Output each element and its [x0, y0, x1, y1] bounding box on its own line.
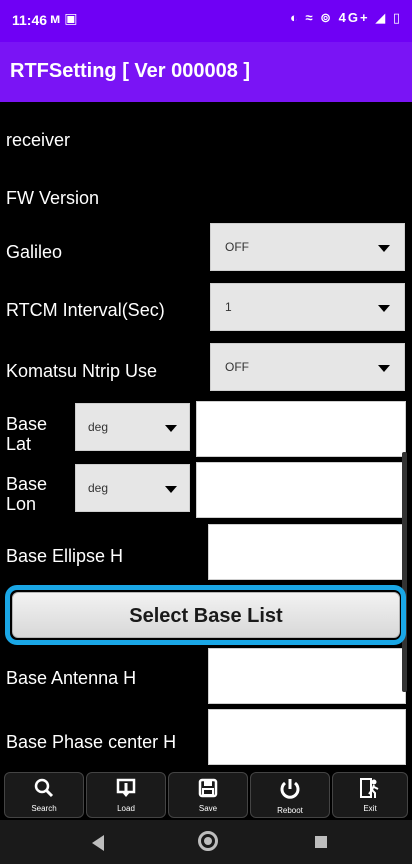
chevron-down-icon	[378, 245, 390, 252]
status-bar: 11:46 ᴍ ▣ ◐ ≈ ⊚ 4G+ ◢ ▯	[0, 0, 412, 42]
base-lon-label: Base Lon	[6, 474, 47, 514]
base-lon-label-line1: Base	[6, 474, 48, 494]
bottom-toolbar: Search Load Save Reboot Exit	[0, 770, 412, 820]
base-lat-input[interactable]	[196, 401, 406, 457]
base-antenna-input[interactable]	[208, 648, 406, 704]
base-lat-label: Base Lat	[6, 414, 47, 454]
chevron-down-icon	[378, 365, 390, 372]
galileo-dropdown[interactable]: OFF	[210, 223, 405, 271]
rtcm-interval-label: RTCM Interval(Sec)	[6, 300, 165, 320]
home-icon[interactable]	[198, 831, 218, 851]
save-button[interactable]: Save	[168, 772, 248, 818]
exit-button[interactable]: Exit	[332, 772, 408, 818]
recent-apps-icon[interactable]	[315, 836, 327, 848]
exit-label: Exit	[363, 804, 377, 813]
galileo-value: OFF	[225, 240, 249, 254]
load-button[interactable]: Load	[86, 772, 166, 818]
komatsu-ntrip-dropdown[interactable]: OFF	[210, 343, 405, 391]
load-label: Load	[117, 804, 135, 813]
base-lat-unit-dropdown[interactable]: deg	[75, 403, 190, 451]
select-base-list-label: Select Base List	[129, 605, 283, 627]
status-time: 11:46	[12, 12, 48, 28]
base-lon-input[interactable]	[196, 462, 406, 518]
komatsu-ntrip-label: Komatsu Ntrip Use	[6, 361, 158, 381]
base-ellipse-label: Base Ellipse H	[6, 546, 124, 566]
search-icon	[5, 777, 83, 804]
settings-form: receiver FW Version Galileo OFF RTCM Int…	[0, 102, 412, 770]
save-label: Save	[198, 804, 218, 813]
scrollbar[interactable]	[402, 452, 407, 692]
notification-icons: ᴍ ▣	[50, 10, 78, 26]
app-title: RTFSetting [ Ver 000008 ]	[10, 60, 251, 82]
base-lon-unit-dropdown[interactable]: deg	[75, 464, 190, 512]
system-nav-bar	[0, 820, 412, 864]
app-title-bar: RTFSetting [ Ver 000008 ]	[0, 42, 412, 102]
chevron-down-icon	[378, 305, 390, 312]
back-icon[interactable]	[92, 835, 104, 851]
galileo-label: Galileo	[6, 242, 63, 262]
fw-version-label: FW Version	[6, 188, 100, 208]
system-status-icons: ◐ ≈ ⊚ 4G+ ◢ ▯	[289, 10, 402, 25]
base-lat-label-line1: Base	[6, 414, 48, 434]
rtcm-interval-value: 1	[225, 300, 232, 314]
exit-icon	[333, 777, 407, 804]
receiver-label: receiver	[6, 130, 71, 150]
base-ellipse-input[interactable]	[208, 524, 406, 580]
save-icon	[169, 777, 247, 804]
load-icon	[87, 777, 165, 804]
chevron-down-icon	[165, 425, 177, 432]
reboot-button[interactable]: Reboot	[250, 772, 330, 818]
search-label: Search	[31, 804, 57, 813]
select-base-list-button[interactable]: Select Base List	[12, 592, 400, 638]
power-icon	[251, 777, 329, 806]
base-lon-unit: deg	[88, 481, 109, 495]
chevron-down-icon	[165, 486, 177, 493]
komatsu-ntrip-value: OFF	[225, 360, 249, 374]
base-phase-center-input[interactable]	[208, 709, 406, 765]
base-lat-label-line2: Lat	[6, 434, 32, 454]
base-lat-unit: deg	[88, 420, 109, 434]
search-button[interactable]: Search	[4, 772, 84, 818]
rtcm-interval-dropdown[interactable]: 1	[210, 283, 405, 331]
reboot-label: Reboot	[277, 806, 303, 815]
base-phase-center-label: Base Phase center H	[6, 732, 177, 752]
base-antenna-label: Base Antenna H	[6, 668, 137, 688]
base-lon-label-line2: Lon	[6, 494, 37, 514]
